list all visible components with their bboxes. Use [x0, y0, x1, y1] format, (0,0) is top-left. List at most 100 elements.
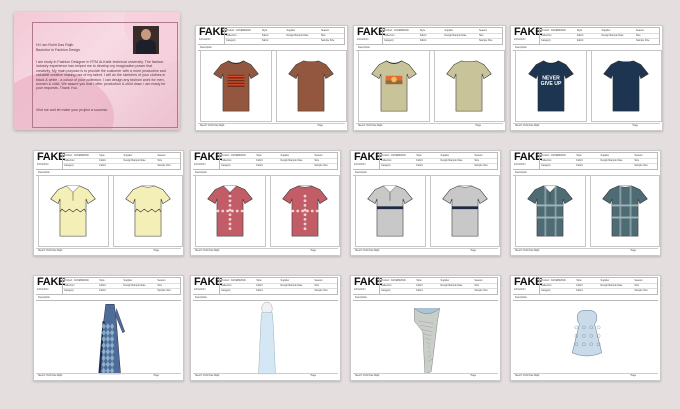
garment-sketch: [413, 308, 440, 375]
sheet-footer: Sketch: Rohit Das Rajib Page: [353, 373, 498, 378]
label-design-date: Design/Sample Date: [601, 33, 624, 37]
label-fabric: Fabric: [256, 163, 263, 167]
brand-logo: FAKE: [357, 26, 386, 38]
label-season: Season: [474, 153, 483, 157]
label-sample-size: Sample Size: [314, 288, 328, 292]
sketch-credit: Sketch: Rohit Das Rajib: [195, 374, 220, 377]
spec-header-grid: Product : FAKEBRAND Style Supplier Seaso…: [219, 277, 338, 295]
label-collection: Collection: [381, 283, 392, 287]
label-category: Category: [226, 38, 236, 42]
label-supplier: Supplier: [601, 28, 611, 32]
label-supplier: Supplier: [280, 278, 290, 282]
sheet-footer: Sketch: Rohit Das Rajib Page: [353, 248, 498, 253]
label-style: Style: [576, 153, 582, 157]
label-fabric: Fabric: [576, 163, 583, 167]
garment-sketch: [97, 303, 125, 375]
spec-sheet-card[interactable]: FAKE FASHION Product : FAKEBRAND Style S…: [510, 150, 661, 256]
label-supplier: Supplier: [280, 153, 290, 157]
brand-logo-sub: FASHION: [514, 163, 526, 166]
spec-header-grid: Product : FAKEBRAND Style Supplier Seaso…: [62, 277, 181, 295]
label-collection: Collection: [64, 283, 75, 287]
label-style: Style: [416, 153, 422, 157]
brand-logo-sub: FASHION: [354, 288, 366, 291]
front-sketch: [527, 185, 574, 237]
spec-sheet-card[interactable]: FAKE FASHION Product : FAKEBRAND Style S…: [195, 25, 348, 131]
spec-sheet-card[interactable]: FAKE FASHION Product : FAKEBRAND Style S…: [190, 275, 341, 381]
label-fabric: Fabric: [419, 38, 427, 42]
sketch-credit: Sketch: Rohit Das Rajib: [355, 374, 380, 377]
label-sample-size: Sample Size: [157, 288, 171, 292]
brand-logo: FAKE: [199, 26, 228, 38]
label-description: Description: [515, 45, 527, 49]
brand-logo-sub: FASHION: [37, 163, 49, 166]
label-design-date: Design/Sample Date: [280, 283, 303, 287]
label-category: Category: [541, 288, 551, 292]
sketch-credit: Sketch: Rohit Das Rajib: [515, 124, 540, 127]
label-design-date: Design/Sample Date: [444, 33, 467, 37]
spec-header-grid: Product : FAKEBRAND Style Supplier Seaso…: [379, 277, 498, 295]
label-product: Product : FAKEBRAND: [221, 278, 246, 282]
front-view-panel: [358, 50, 430, 122]
label-season: Season: [474, 278, 483, 282]
brand-logo: FAKE: [194, 276, 223, 288]
label-fabric: Fabric: [261, 33, 269, 37]
label-category: Category: [541, 38, 551, 42]
label-description: Description: [195, 295, 207, 299]
label-collection: Collection: [64, 158, 75, 162]
label-season: Season: [157, 278, 166, 282]
garment-view: [353, 300, 498, 376]
label-sample-size: Sample Size: [320, 38, 335, 42]
label-season: Season: [478, 28, 488, 32]
brand-logo-sub: FASHION: [514, 38, 526, 41]
brand-logo: FAKE: [37, 276, 66, 288]
sketch-credit: Sketch: Rohit Das Rajib: [38, 249, 63, 252]
label-size: Size: [320, 33, 326, 37]
brand-logo-sub: FASHION: [357, 38, 369, 41]
spec-sheet-card[interactable]: FAKE FASHION Product : FAKEBRAND Style S…: [33, 275, 184, 381]
front-sketch: [50, 185, 97, 237]
label-design-date: Design/Sample Date: [123, 283, 146, 287]
label-supplier: Supplier: [286, 28, 296, 32]
label-fabric: Fabric: [416, 158, 423, 162]
label-size: Size: [314, 158, 320, 162]
label-style: Style: [256, 278, 262, 282]
label-supplier: Supplier: [440, 278, 450, 282]
back-sketch: [281, 185, 328, 237]
label-fabric: Fabric: [99, 158, 106, 162]
brand-logo: FAKE: [514, 276, 543, 288]
spec-sheet-card[interactable]: FAKE FASHION Product : FAKEBRAND Style S…: [510, 275, 661, 381]
garment-sketch: [257, 301, 276, 375]
spec-header-grid: Product : FAKEBRAND Style Supplier Seaso…: [539, 152, 658, 170]
back-sketch: [288, 60, 335, 112]
brand-logo-sub: FASHION: [199, 38, 211, 41]
sheet-footer: Sketch: Rohit Das Rajib Page: [356, 123, 503, 128]
label-fabric: Fabric: [256, 283, 263, 287]
label-design-date: Design/Sample Date: [600, 158, 623, 162]
label-fabric: Fabric: [256, 288, 263, 292]
label-fabric: Fabric: [576, 38, 584, 42]
sketch-credit: Sketch: Rohit Das Rajib: [515, 374, 540, 377]
spec-sheet-card[interactable]: FAKE FASHION Product : FAKEBRAND Style S…: [353, 25, 506, 131]
label-category: Category: [221, 163, 231, 167]
sheet-footer: Sketch: Rohit Das Rajib Page: [198, 123, 345, 128]
spec-sheet-card[interactable]: FAKE FASHION Product : FAKEBRAND Style S…: [350, 275, 501, 381]
label-product: Product : FAKEBRAND: [541, 153, 566, 157]
spec-sheet-card[interactable]: FAKE FASHION Product : FAKEBRAND Style S…: [33, 150, 184, 256]
sketch-credit: Sketch: Rohit Das Rajib: [355, 249, 380, 252]
spec-sheet-card[interactable]: FAKE FASHION Product : FAKEBRAND Style S…: [510, 25, 663, 131]
label-description: Description: [38, 295, 50, 299]
label-category: Category: [384, 38, 394, 42]
back-view-panel: [590, 50, 662, 122]
label-style: Style: [419, 28, 426, 32]
garment-view: [193, 300, 338, 376]
spec-sheet-card[interactable]: FAKE FASHION Product : FAKEBRAND Style S…: [190, 150, 341, 256]
label-size: Size: [634, 283, 640, 287]
label-size: Size: [157, 283, 163, 287]
spec-header-grid: Product : FAKEBRAND Style Supplier Seaso…: [62, 152, 181, 170]
spec-header-grid: Product : FAKEBRAND Style Supplier Seaso…: [224, 27, 345, 45]
sketch-credit: Sketch: Rohit Das Rajib: [38, 374, 63, 377]
spec-sheet-card[interactable]: FAKE FASHION Product : FAKEBRAND Style S…: [350, 150, 501, 256]
label-supplier: Supplier: [123, 278, 133, 282]
sheet-footer: Sketch: Rohit Das Rajib Page: [36, 373, 181, 378]
label-fabric: Fabric: [416, 288, 423, 292]
